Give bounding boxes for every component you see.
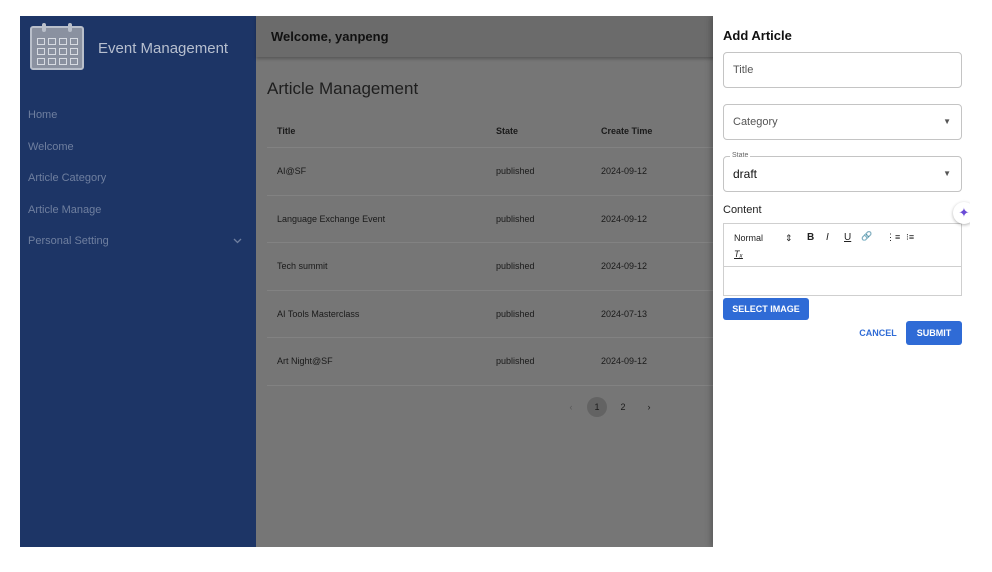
italic-button[interactable]: I [826, 232, 829, 243]
sidebar: Event Management Home Welcome Article Ca… [20, 16, 256, 547]
column-header-state: State [496, 126, 519, 136]
underline-button[interactable]: U [844, 232, 851, 243]
content-editor[interactable] [723, 267, 962, 296]
category-select[interactable]: Category ▼ [723, 104, 962, 140]
page-title: Article Management [267, 79, 419, 98]
state-label: State [730, 151, 751, 161]
row-state: published [496, 166, 535, 176]
ordered-list-icon[interactable]: ⋮≡ [886, 232, 900, 243]
sidebar-item-personal-setting[interactable]: Personal Setting [20, 226, 256, 258]
clear-format-icon[interactable]: Tₓ [734, 249, 743, 259]
row-state: published [496, 308, 535, 319]
chevron-down-icon [233, 226, 242, 258]
dropdown-arrow-icon: ▼ [943, 169, 951, 178]
heading-select[interactable]: Normal [734, 233, 763, 243]
editor-toolbar: Normal ⇕ B I U 🔗 ⋮≡ ⁝≡ Tₓ [723, 223, 962, 267]
link-icon[interactable]: 🔗 [861, 231, 872, 242]
add-article-drawer: Add Article Title Category ▼ State draft… [713, 16, 970, 547]
row-state: published [496, 261, 535, 271]
page-2-button[interactable]: 2 [613, 397, 633, 417]
row-create-time: 2024-09-12 [601, 213, 648, 224]
sparkle-icon[interactable]: ✦ [953, 202, 970, 224]
column-header-create-time: Create Time [601, 126, 653, 136]
state-value: draft [733, 167, 758, 181]
heading-arrows-icon: ⇕ [785, 233, 793, 243]
row-state: published [496, 213, 535, 224]
sidebar-item-label: Personal Setting [28, 235, 109, 247]
pagination: ‹ 1 2 › [561, 397, 665, 417]
category-placeholder: Category [733, 116, 778, 128]
row-create-time: 2024-07-13 [601, 308, 648, 319]
title-input[interactable]: Title [723, 52, 962, 88]
brand-name: Event Management [98, 39, 229, 57]
sidebar-item-home[interactable]: Home [20, 100, 256, 132]
row-create-time: 2024-09-12 [601, 166, 648, 176]
content-label: Content [723, 204, 762, 216]
drawer-title: Add Article [723, 28, 792, 43]
welcome-text: Welcome, yanpeng [271, 29, 389, 44]
bold-button[interactable]: B [807, 232, 814, 243]
prev-page-button[interactable]: ‹ [561, 397, 581, 417]
column-header-title: Title [277, 126, 296, 136]
row-title: AI Tools Masterclass [277, 308, 360, 319]
submit-button[interactable]: SUBMIT [906, 321, 962, 345]
sidebar-menu: Home Welcome Article Category Article Ma… [20, 100, 256, 258]
cancel-button[interactable]: CANCEL [856, 321, 900, 345]
page-1-button[interactable]: 1 [587, 397, 607, 417]
sidebar-item-article-manage[interactable]: Article Manage [20, 195, 256, 227]
row-create-time: 2024-09-12 [601, 261, 648, 271]
select-image-button[interactable]: SELECT IMAGE [723, 298, 809, 320]
app-window: Event Management Home Welcome Article Ca… [20, 16, 970, 547]
dropdown-arrow-icon: ▼ [943, 117, 951, 126]
brand: Event Management [30, 22, 228, 74]
row-title: Tech summit [277, 261, 328, 271]
sidebar-item-article-category[interactable]: Article Category [20, 163, 256, 195]
row-title: Language Exchange Event [277, 213, 386, 224]
row-state: published [496, 356, 535, 366]
sidebar-item-welcome[interactable]: Welcome [20, 132, 256, 164]
row-create-time: 2024-09-12 [601, 356, 648, 366]
state-select[interactable]: State draft ▼ [723, 151, 962, 192]
bullet-list-icon[interactable]: ⁝≡ [906, 232, 914, 243]
calendar-logo-icon [30, 23, 84, 70]
row-title: Art Night@SF [277, 356, 333, 366]
next-page-button[interactable]: › [639, 397, 659, 417]
row-title: AI@SF [277, 166, 307, 176]
